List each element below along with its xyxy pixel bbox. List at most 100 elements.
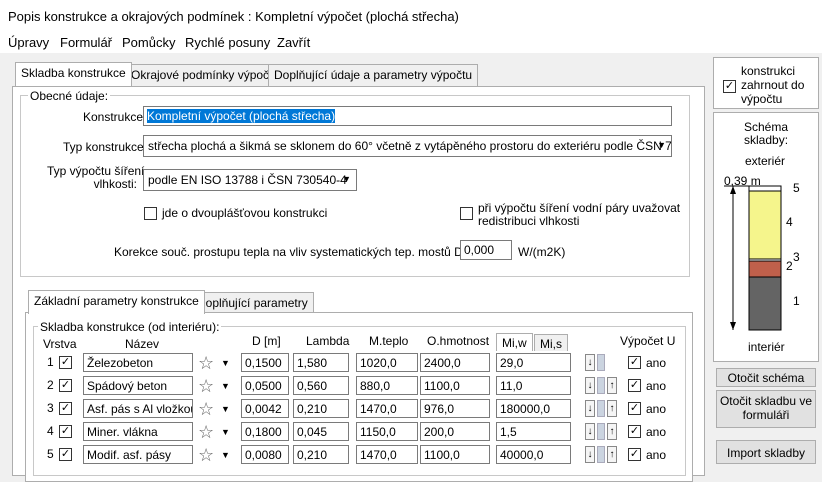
tab-mis[interactable]: Mi,s [534,334,568,351]
menu-pomucky[interactable]: Pomůcky [122,35,175,50]
layer-mi-input[interactable]: 180000,0 [496,399,571,418]
tab-okrajove-podminky[interactable]: Okrajové podmínky výpočtu [125,64,286,86]
move-up-icon[interactable]: ↑ [607,377,617,394]
layer-checkbox[interactable]: ✓ [59,402,72,415]
layer-ohmotnost-input[interactable]: 1100,0 [420,445,490,464]
layer-lambda-input[interactable]: 0,045 [293,422,349,441]
layer-checkbox[interactable]: ✓ [59,448,72,461]
chevron-down-icon[interactable]: ▼ [221,450,230,460]
menu-zavrit[interactable]: Zavřít [277,35,310,50]
dvouplast-label: jde o dvouplášťovou konstrukci [162,206,328,220]
header-d: D [m] [252,334,281,348]
move-up-icon[interactable]: ↑ [607,446,617,463]
layer-lambda-input[interactable]: 0,210 [293,445,349,464]
layer-ohmotnost-input[interactable]: 200,0 [420,422,490,441]
typ-konstrukce-value: střecha plochá a šikmá se sklonem do 60°… [148,139,672,153]
schema-label-2: 2 [786,259,793,273]
layer-mi-input[interactable]: 1,5 [496,422,571,441]
layer-checkbox[interactable]: ✓ [59,356,72,369]
import-skladby-button[interactable]: Import skladby [716,440,816,464]
tab-miw[interactable]: Mi,w [496,333,533,351]
zahrnout-checkbox[interactable]: ✓ [723,80,736,93]
vypocet-checkbox[interactable]: ✓ [628,402,641,415]
layer-ohmotnost-input[interactable]: 2400,0 [420,353,490,372]
subtab-zakladni[interactable]: Základní parametry konstrukce [28,290,205,314]
chevron-down-icon[interactable]: ▼ [221,427,230,437]
layer-name-input[interactable]: Železobeton [83,353,193,372]
layer-lambda-input[interactable]: 1,580 [293,353,349,372]
layer-mi-input[interactable]: 29,0 [496,353,571,372]
konstrukce-input[interactable]: Kompletní výpočet (plochá střecha) [143,106,672,126]
layer-lambda-input[interactable]: 0,560 [293,376,349,395]
tab-skladba[interactable]: Skladba konstrukce [15,62,132,86]
window-title: Popis konstrukce a okrajových podmínek :… [8,9,459,24]
zahrnout-label-1: konstrukci [741,64,796,78]
layer-position-bar [597,423,605,440]
menu-formular[interactable]: Formulář [60,35,112,50]
star-icon[interactable]: ☆ [198,377,214,395]
move-up-icon[interactable]: ↑ [607,423,617,440]
vypocet-checkbox[interactable]: ✓ [628,379,641,392]
dvouplast-checkbox[interactable] [144,207,157,220]
tab-doplnujici-udaje[interactable]: Doplňující údaje a parametry výpočtu [268,64,479,86]
vypocet-checkbox[interactable]: ✓ [628,356,641,369]
schema-label-1: Schéma [744,120,789,134]
layer-d-input[interactable]: 0,0042 [241,399,289,418]
layer-d-input[interactable]: 0,0500 [241,376,289,395]
move-up-icon[interactable]: ↑ [607,400,617,417]
star-icon[interactable]: ☆ [198,446,214,464]
layer-name-input[interactable]: Asf. pás s Al vložkou [83,399,193,418]
layer-mteplo-input[interactable]: 1020,0 [356,353,418,372]
layer-name-input[interactable]: Modif. asf. pásy [83,445,193,464]
layer-number: 4 [47,424,54,438]
korekce-input[interactable]: 0,000 [460,240,512,260]
schema-layer-1 [748,276,782,331]
menu-rychle-posuny[interactable]: Rychlé posuny [185,35,270,50]
layer-d-input[interactable]: 0,0080 [241,445,289,464]
menu-upravy[interactable]: Úpravy [8,35,49,50]
layer-checkbox[interactable]: ✓ [59,379,72,392]
vypocet-checkbox[interactable]: ✓ [628,448,641,461]
layer-mi-input[interactable]: 40000,0 [496,445,571,464]
chevron-down-icon[interactable]: ▼ [221,381,230,391]
layer-mteplo-input[interactable]: 1470,0 [356,445,418,464]
move-down-icon[interactable]: ↓ [585,446,595,463]
layer-mteplo-input[interactable]: 1150,0 [356,422,418,441]
header-ohmotnost: O.hmotnost [427,334,490,348]
interier-label: interiér [748,340,785,354]
subtab-doplnujici[interactable]: Doplňující parametry [191,292,314,314]
vypocet-label: ano [646,425,667,439]
title-bar: Popis konstrukce a okrajových podmínek :… [0,0,822,32]
layer-position-bar [597,446,605,463]
layer-name-input[interactable]: Spádový beton [83,376,193,395]
move-down-icon[interactable]: ↓ [585,400,595,417]
layer-mi-input[interactable]: 11,0 [496,376,571,395]
redistribuce-checkbox[interactable] [460,207,473,220]
star-icon[interactable]: ☆ [198,354,214,372]
chevron-down-icon[interactable]: ▼ [221,358,230,368]
move-down-icon[interactable]: ↓ [585,377,595,394]
vypocet-checkbox[interactable]: ✓ [628,425,641,438]
layer-d-input[interactable]: 0,1500 [241,353,289,372]
layer-mteplo-input[interactable]: 880,0 [356,376,418,395]
chevron-down-icon[interactable]: ▼ [221,404,230,414]
star-icon[interactable]: ☆ [198,423,214,441]
layer-lambda-input[interactable]: 0,210 [293,399,349,418]
star-icon[interactable]: ☆ [198,400,214,418]
layer-mteplo-input[interactable]: 1470,0 [356,399,418,418]
layer-name-input[interactable]: Miner. vlákna [83,422,193,441]
header-nazev: Název [125,337,160,351]
move-down-icon[interactable]: ↓ [585,423,595,440]
konstrukce-label: Konstrukce: [83,110,147,124]
redistribuce-label-1: při výpočtu šíření vodní páry uvažovat [478,201,681,215]
layer-checkbox[interactable]: ✓ [59,425,72,438]
otocit-schema-button[interactable]: Otočit schéma [716,368,816,387]
move-down-icon[interactable]: ↓ [585,354,595,371]
vlhkost-select[interactable]: podle EN ISO 13788 i ČSN 730540-4 ▼ [143,169,357,191]
layer-ohmotnost-input[interactable]: 976,0 [420,399,490,418]
schema-label-1: 1 [793,294,800,308]
layer-d-input[interactable]: 0,1800 [241,422,289,441]
layer-ohmotnost-input[interactable]: 1100,0 [420,376,490,395]
typ-konstrukce-select[interactable]: střecha plochá a šikmá se sklonem do 60°… [143,135,672,157]
otocit-skladbu-button[interactable]: Otočit skladbu ve formuláři [716,390,816,428]
